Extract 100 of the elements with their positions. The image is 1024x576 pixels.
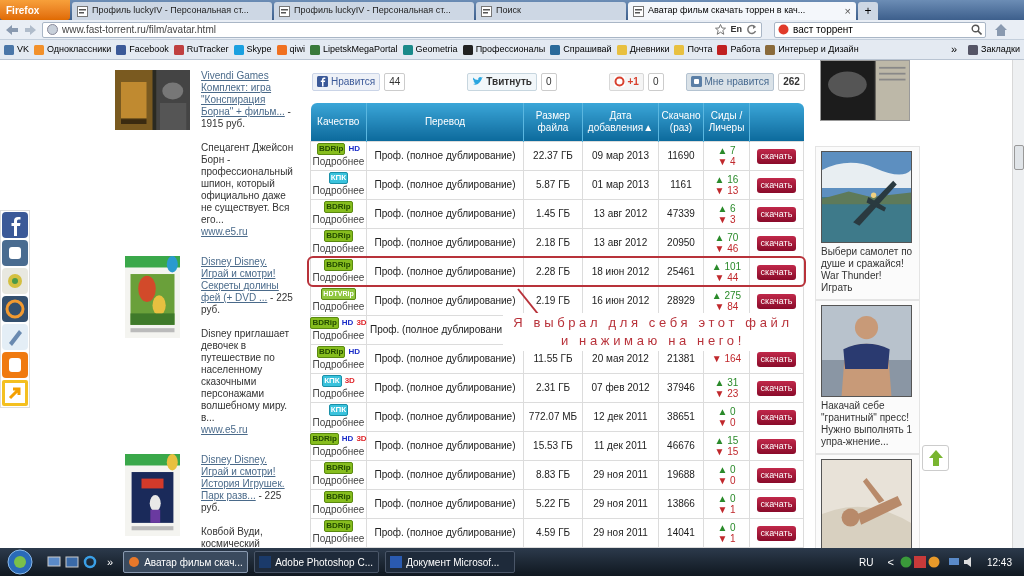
more-bookmarks-button[interactable]: » xyxy=(950,41,958,58)
download-button[interactable]: скачать xyxy=(756,264,797,280)
language-indicator: En xyxy=(730,22,742,36)
quality-label: HD xyxy=(348,347,360,357)
back-to-top-button[interactable] xyxy=(922,445,949,471)
bookmark-item[interactable]: Дневники xyxy=(616,42,670,57)
bookmark-item[interactable]: Интерьер и Дизайн xyxy=(765,42,859,57)
download-button[interactable]: скачать xyxy=(756,496,797,512)
bookmark-item[interactable]: LipetskMegaPortal xyxy=(310,42,398,57)
bookmark-item[interactable]: Skype xyxy=(233,42,272,57)
browser-tab[interactable]: Профиль luckyIV - Персональная ст... xyxy=(72,2,272,20)
browser-tab[interactable]: Профиль luckyIV - Персональная ст... xyxy=(274,2,474,20)
table-cell: 19688 xyxy=(667,469,695,480)
share-button[interactable]: Мне нравится xyxy=(685,72,775,91)
tray-icon xyxy=(899,556,912,568)
details-link[interactable]: Подробнее xyxy=(312,388,365,400)
ad-link[interactable]: www.e5.ru xyxy=(201,424,248,436)
bookmark-item[interactable]: Спрашивай xyxy=(550,42,612,57)
bookmark-item[interactable]: VK xyxy=(4,42,29,57)
page-icon xyxy=(77,5,88,17)
details-link[interactable]: Подробнее xyxy=(312,533,365,545)
download-button[interactable]: скачать xyxy=(756,235,797,251)
quality-badge: КПК xyxy=(328,172,349,184)
download-button[interactable]: скачать xyxy=(756,409,797,425)
details-link[interactable]: Подробнее xyxy=(312,185,365,197)
column-header[interactable]: Качество xyxy=(310,103,367,141)
column-header[interactable]: Сиды / Личеры xyxy=(703,103,750,141)
quality-label: 3D xyxy=(344,376,355,386)
download-button[interactable]: скачать xyxy=(756,148,797,164)
download-button[interactable]: скачать xyxy=(756,467,797,483)
clock: 12:43 xyxy=(986,555,1012,570)
ad-title-link[interactable]: Disney Disney. Играй и смотри! Секреты долины фей (+ DVD ... - 225 руб. xyxy=(201,256,294,316)
share-button[interactable]: +1 xyxy=(608,72,644,91)
more-button[interactable]: » xyxy=(107,553,114,571)
bookmark-item[interactable]: Geometria xyxy=(402,42,458,57)
table-cell: 8.83 ГБ xyxy=(535,469,571,480)
table-cell: 13 авг 2012 xyxy=(593,237,648,248)
scrollbar[interactable] xyxy=(1012,60,1024,548)
browser-tab[interactable]: Поиск xyxy=(476,2,626,20)
details-link[interactable]: Подробнее xyxy=(312,243,365,255)
bookmark-item[interactable]: RuTracker xyxy=(173,42,229,57)
ad-title-link[interactable]: Vivendi Games Комплект: игра "Конспирация Борна" + фильм... - 1915 руб. xyxy=(201,70,294,130)
language-indicator[interactable]: RU xyxy=(859,554,874,570)
address-field[interactable]: www.fast-torrent.ru/film/avatar.html En xyxy=(42,21,762,38)
column-header[interactable]: Дата добавления▲ xyxy=(582,103,659,141)
table-cell: 4.59 ГБ xyxy=(535,527,571,538)
download-button[interactable]: скачать xyxy=(756,177,797,193)
bookmark-item[interactable]: Facebook xyxy=(116,42,169,57)
forward-icon xyxy=(24,22,38,37)
download-button[interactable]: скачать xyxy=(756,351,797,367)
taskbar-button[interactable]: Adobe Photoshop C... xyxy=(254,551,380,573)
details-link[interactable]: Подробнее xyxy=(312,301,365,313)
ad-description: Disney приглашает девочек в путешествие по населенному сказочными персонажами волшебному миру. в... xyxy=(201,328,291,424)
bookmark-item[interactable]: Работа xyxy=(717,42,761,57)
column-header[interactable]: Размер файла xyxy=(523,103,583,141)
download-button[interactable]: скачать xyxy=(756,525,797,541)
share-count: 44 xyxy=(384,72,406,91)
details-link[interactable]: Подробнее xyxy=(312,214,365,226)
table-cell: Проф. (полное дублирование) xyxy=(374,353,516,364)
browser-tab[interactable]: Аватар фильм скачать торрен в кач... × xyxy=(628,2,856,20)
details-link[interactable]: Подробнее xyxy=(312,272,365,284)
bookmark-item[interactable]: Почта xyxy=(674,42,713,57)
table-cell: 12 дек 2011 xyxy=(593,411,648,422)
table-cell: 20 мая 2012 xyxy=(592,353,649,364)
share-button[interactable]: Твитнуть xyxy=(467,72,537,91)
search-field[interactable]: васт торрент xyxy=(774,21,986,38)
logo-icon xyxy=(613,76,625,87)
quality-badge: BDRip xyxy=(324,259,353,271)
download-button[interactable]: скачать xyxy=(756,438,797,454)
table-cell: 14041 xyxy=(667,527,695,538)
search-engine-icon xyxy=(778,24,789,35)
download-button[interactable]: скачать xyxy=(756,380,797,396)
bookmark-item[interactable]: qiwi xyxy=(276,42,306,57)
ad-link[interactable]: www.e5.ru xyxy=(201,226,248,238)
download-button[interactable]: скачать xyxy=(756,293,797,309)
details-link[interactable]: Подробнее xyxy=(312,504,365,516)
details-link[interactable]: Подробнее xyxy=(312,359,365,371)
show-hidden-icons-button[interactable]: < xyxy=(887,553,894,571)
scrollbar-thumb[interactable] xyxy=(1014,145,1024,170)
close-tab-button[interactable]: × xyxy=(844,2,851,20)
details-link[interactable]: Подробнее xyxy=(312,446,365,458)
table-cell: 11690 xyxy=(667,150,695,161)
bookmark-item[interactable]: Профессионалы xyxy=(462,42,546,57)
details-link[interactable]: Подробнее xyxy=(312,156,365,168)
new-tab-button[interactable]: + xyxy=(858,2,878,20)
site-icon xyxy=(116,44,127,55)
share-button[interactable]: Нравится xyxy=(312,72,381,91)
taskbar-button[interactable]: Документ Microsof... xyxy=(385,551,516,573)
taskbar-button[interactable]: Аватар фильм скач... xyxy=(123,551,249,573)
details-link[interactable]: Подробнее xyxy=(312,417,365,429)
column-header[interactable]: Скачано (раз) xyxy=(658,103,704,141)
desktop-icon xyxy=(47,555,61,569)
table-cell: Проф. (полное дублирование) xyxy=(374,527,516,538)
details-link[interactable]: Подробнее xyxy=(312,330,365,342)
column-header[interactable]: Перевод xyxy=(366,103,524,141)
download-button[interactable]: скачать xyxy=(756,206,797,222)
ad-title-link[interactable]: Disney Disney. Играй и смотри! История Игрушек. Парк разв... - 225 руб. xyxy=(201,454,294,514)
bookmark-item[interactable]: Одноклассники xyxy=(34,42,112,57)
bookmarks-menu[interactable]: Закладки xyxy=(968,42,1020,57)
details-link[interactable]: Подробнее xyxy=(312,475,365,487)
